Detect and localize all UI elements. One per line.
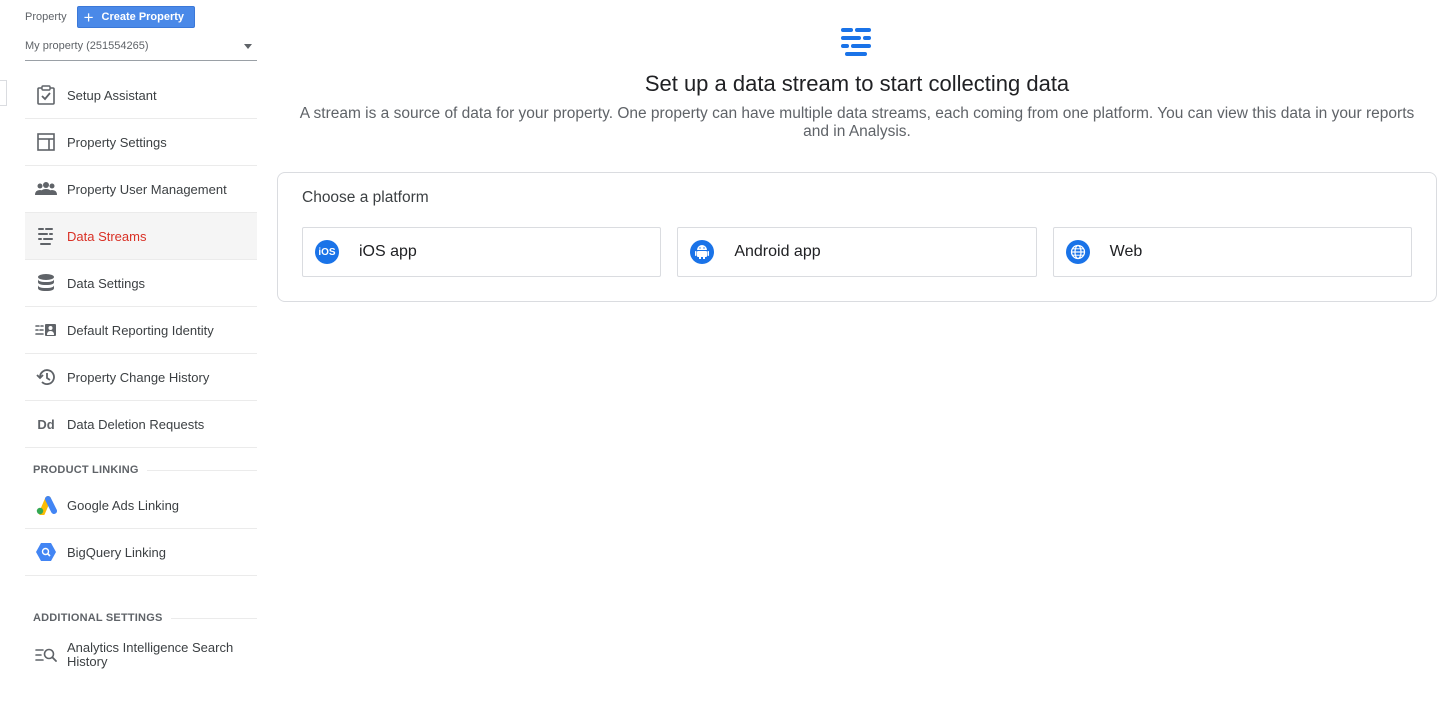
database-icon bbox=[25, 273, 67, 293]
data-streams-icon bbox=[25, 226, 67, 246]
ios-icon: iOS bbox=[315, 240, 339, 264]
nav-item-data-settings[interactable]: Data Settings bbox=[25, 260, 257, 307]
divider bbox=[146, 469, 257, 471]
additional-settings-label: ADDITIONAL SETTINGS bbox=[33, 612, 163, 624]
nav-label-property-user-management: Property User Management bbox=[67, 181, 227, 197]
layout-icon bbox=[25, 132, 67, 152]
history-icon bbox=[25, 367, 67, 387]
nav-label-data-settings: Data Settings bbox=[67, 275, 146, 291]
nav-item-property-settings[interactable]: Property Settings bbox=[25, 119, 257, 166]
property-header: Property + Create Property bbox=[25, 6, 196, 28]
bigquery-icon bbox=[25, 541, 67, 563]
additional-settings-heading: ADDITIONAL SETTINGS bbox=[25, 606, 257, 630]
choose-platform-heading: Choose a platform bbox=[302, 189, 429, 206]
product-linking-label: PRODUCT LINKING bbox=[33, 464, 139, 476]
nav-label-setup-assistant: Setup Assistant bbox=[67, 87, 157, 103]
nav-item-data-streams[interactable]: Data Streams bbox=[25, 213, 257, 260]
page-title: Set up a data stream to start collecting… bbox=[644, 71, 1070, 96]
nav-item-bigquery-linking[interactable]: BigQuery Linking bbox=[25, 529, 257, 576]
nav-label-property-change-history: Property Change History bbox=[67, 369, 210, 385]
platform-android-button[interactable]: Android app bbox=[677, 227, 1037, 277]
nav-label-bigquery-linking: BigQuery Linking bbox=[67, 544, 166, 560]
nav-item-property-change-history[interactable]: Property Change History bbox=[25, 354, 257, 401]
platform-label: Android app bbox=[734, 243, 821, 260]
property-label: Property bbox=[25, 11, 67, 23]
identity-card-icon bbox=[25, 323, 67, 337]
platform-ios-button[interactable]: iOS iOS app bbox=[302, 227, 662, 277]
product-linking-heading: PRODUCT LINKING bbox=[25, 458, 257, 482]
nav-label-google-ads-linking: Google Ads Linking bbox=[67, 497, 180, 513]
nav-label-data-streams: Data Streams bbox=[67, 228, 147, 244]
nav-item-analytics-search-history[interactable]: Analytics Intelligence Search History bbox=[25, 630, 257, 680]
create-property-button[interactable]: + Create Property bbox=[76, 6, 196, 28]
divider bbox=[170, 617, 257, 619]
dropdown-arrow-icon bbox=[244, 43, 252, 49]
page-subtitle: A stream is a source of data for your pr… bbox=[299, 105, 1415, 140]
nav-label-property-settings: Property Settings bbox=[67, 134, 167, 150]
nav-item-default-reporting-identity[interactable]: Default Reporting Identity bbox=[25, 307, 257, 354]
nav-label-default-reporting-identity: Default Reporting Identity bbox=[67, 322, 214, 338]
nav-item-google-ads-linking[interactable]: Google Ads Linking bbox=[25, 482, 257, 529]
people-icon bbox=[25, 181, 67, 197]
platform-web-button[interactable]: Web bbox=[1052, 227, 1412, 277]
nav-item-property-user-management[interactable]: Property User Management bbox=[25, 166, 257, 213]
data-deletion-icon: Dd bbox=[37, 416, 55, 432]
property-nav: Setup Assistant Property Settings Proper… bbox=[25, 72, 257, 680]
nav-label-analytics-search-history: Analytics Intelligence Search History bbox=[67, 640, 234, 669]
platform-label: iOS app bbox=[359, 243, 417, 260]
collapse-edge-tab[interactable] bbox=[0, 80, 7, 106]
nav-item-data-deletion-requests[interactable]: Dd Data Deletion Requests bbox=[25, 401, 257, 448]
property-selector-value: My property (251554265) bbox=[25, 40, 149, 52]
checklist-icon bbox=[25, 85, 67, 105]
platform-card: Choose a platform iOS iOS app Android ap… bbox=[277, 172, 1437, 302]
plus-icon: + bbox=[83, 7, 94, 27]
platform-options: iOS iOS app Android app Web bbox=[302, 227, 1412, 277]
nav-item-setup-assistant[interactable]: Setup Assistant bbox=[25, 72, 257, 119]
property-selector[interactable]: My property (251554265) bbox=[25, 36, 257, 61]
admin-sidebar: Property + Create Property My property (… bbox=[25, 0, 257, 703]
globe-icon bbox=[1065, 240, 1090, 264]
main-content: Set up a data stream to start collecting… bbox=[277, 0, 1437, 703]
data-stream-icon bbox=[839, 27, 873, 57]
nav-label-data-deletion-requests: Data Deletion Requests bbox=[67, 416, 205, 432]
android-icon bbox=[690, 240, 715, 264]
search-history-icon bbox=[25, 647, 67, 663]
platform-label: Web bbox=[1109, 243, 1143, 260]
create-property-label: Create Property bbox=[101, 11, 185, 23]
google-ads-icon bbox=[25, 495, 67, 515]
